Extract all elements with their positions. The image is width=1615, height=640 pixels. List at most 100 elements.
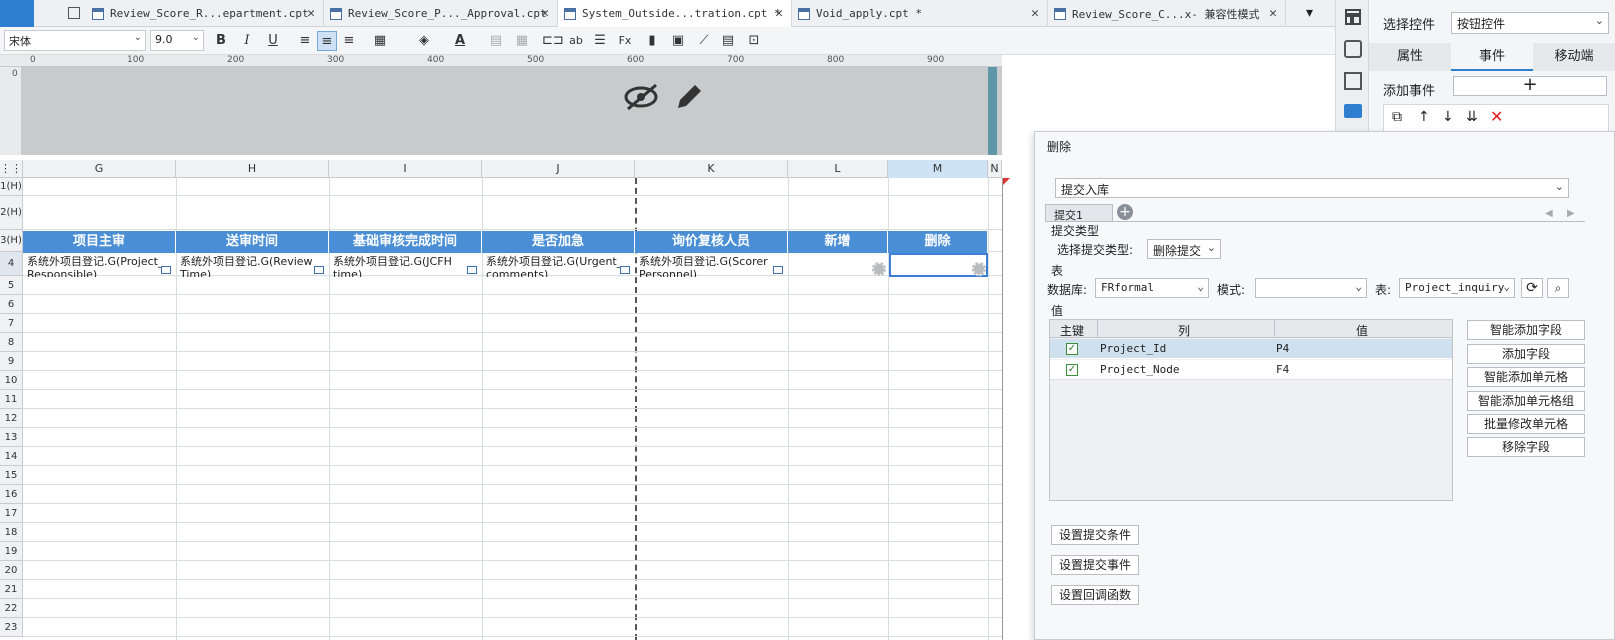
add-tab-icon[interactable]: + (1117, 204, 1133, 220)
font-family-select[interactable]: 宋体 ⌄ (4, 30, 146, 51)
formula-icon[interactable]: Fx (615, 31, 635, 51)
row-header[interactable]: 2(H) (0, 196, 23, 230)
row-header[interactable]: 23 (0, 618, 23, 637)
primary-key-checkbox[interactable]: ✓ (1066, 343, 1078, 355)
row-header[interactable]: 17 (0, 504, 23, 523)
set-submit-condition-button[interactable]: 设置提交条件 (1051, 525, 1139, 545)
column-header[interactable]: L (788, 160, 888, 178)
data-cell[interactable]: 系统外项目登记.G(Review Time) (176, 253, 329, 277)
text-icon[interactable]: ab (566, 31, 586, 51)
table-select[interactable]: Project_inquiry ⌄ (1399, 278, 1515, 298)
row-header[interactable]: 19 (0, 542, 23, 561)
data-cell[interactable]: 系统外项目登记.G(Scorer Personnel) (635, 253, 788, 277)
prev-tab-icon[interactable]: ◀ (1545, 208, 1553, 219)
sort-down-icon[interactable]: ⇊ (1466, 109, 1478, 125)
row-header[interactable]: 8 (0, 333, 23, 352)
column-header[interactable]: I (329, 160, 482, 178)
column-header[interactable]: G (23, 160, 176, 178)
row-header[interactable]: 16 (0, 485, 23, 504)
eye-off-icon[interactable] (624, 82, 660, 112)
field-column[interactable]: Project_Node (1100, 363, 1179, 376)
smart-add-field-button[interactable]: 智能添加字段 (1467, 320, 1585, 340)
underline-button[interactable]: U (263, 31, 283, 51)
italic-button[interactable]: I (237, 31, 257, 51)
data-cell[interactable]: 系统外项目登记.G(Project_ Responsible) (23, 253, 176, 277)
row-header[interactable]: 7 (0, 314, 23, 333)
tab-review-score-p[interactable]: Review_Score_P..._Approval.cpt ✕ (324, 0, 558, 27)
link-icon[interactable]: ⊏⊐ (542, 31, 564, 51)
field-row[interactable]: ✓ Project_Id P4 (1050, 339, 1452, 359)
border-icon[interactable]: ▦ (370, 31, 390, 51)
close-icon[interactable]: ✕ (775, 6, 783, 21)
header-cell[interactable]: 询价复核人员 (635, 231, 788, 253)
row-header[interactable]: 6 (0, 295, 23, 314)
slash-icon[interactable]: ⟋ (694, 31, 714, 51)
column-header[interactable]: J (482, 160, 635, 178)
header-cell[interactable]: 项目主审 (23, 231, 176, 253)
header-cell[interactable]: 是否加急 (482, 231, 635, 253)
tab-overflow-icon[interactable]: ▾ (1306, 5, 1313, 21)
tab-system-outside[interactable]: System_Outside...tration.cpt * ✕ (558, 0, 792, 27)
row-header[interactable]: 9 (0, 352, 23, 371)
database-select[interactable]: FRformal ⌄ (1095, 278, 1209, 298)
remove-field-button[interactable]: 移除字段 (1467, 437, 1585, 457)
set-callback-button[interactable]: 设置回调函数 (1051, 585, 1139, 605)
arrow-down-icon[interactable]: ↓ (1442, 109, 1454, 125)
cell-attribute-icon[interactable] (1344, 40, 1362, 58)
row-header[interactable]: 20 (0, 561, 23, 580)
row-header[interactable]: 3(H) (0, 230, 23, 252)
tab-events[interactable]: 事件 (1451, 43, 1533, 71)
column-header[interactable]: H (176, 160, 329, 178)
image-icon[interactable]: ▣ (668, 31, 688, 51)
set-submit-event-button[interactable]: 设置提交事件 (1051, 555, 1139, 575)
field-value[interactable]: P4 (1276, 342, 1289, 355)
submit-mode-select[interactable]: 提交入库 ⌄ (1055, 178, 1569, 198)
close-icon[interactable]: ✕ (541, 6, 549, 21)
row-header[interactable]: 1(H) (0, 178, 23, 196)
column-header[interactable]: K (635, 160, 788, 178)
column-header[interactable]: N (988, 160, 1002, 178)
row-header[interactable]: 21 (0, 580, 23, 599)
cell-border-icon[interactable] (1344, 72, 1362, 90)
tab-properties[interactable]: 属性 (1369, 43, 1451, 71)
tab-review-score-r[interactable]: Review_Score_R...epartment.cpt ✕ (86, 0, 324, 27)
schema-select[interactable]: ⌄ (1255, 278, 1367, 298)
primary-key-checkbox[interactable]: ✓ (1066, 364, 1078, 376)
split-cells-icon[interactable]: ▦ (512, 31, 532, 51)
insert-element-icon[interactable]: ⊡ (744, 31, 764, 51)
smart-add-cell-button[interactable]: 智能添加单元格 (1467, 367, 1585, 387)
paragraph-icon[interactable]: ☰ (590, 31, 610, 51)
row-header[interactable]: 12 (0, 409, 23, 428)
arrow-up-icon[interactable]: ↑ (1418, 109, 1430, 125)
close-icon[interactable]: ✕ (1269, 6, 1277, 21)
widget-settings-icon[interactable] (1344, 104, 1362, 118)
header-cell[interactable]: 送审时间 (176, 231, 329, 253)
data-cell[interactable]: 系统外项目登记.G(JCFH time) (329, 253, 482, 277)
preview-splitter[interactable] (988, 67, 997, 155)
submit-type-select[interactable]: 删除提交 ⌄ (1147, 239, 1221, 259)
widget-type-select[interactable]: 按钮控件 ⌄ (1451, 12, 1609, 34)
tab-void-apply[interactable]: Void_apply.cpt * ✕ (792, 0, 1048, 27)
font-size-select[interactable]: 9.0 ⌄ (150, 30, 204, 51)
field-value[interactable]: F4 (1276, 363, 1289, 376)
select-all-corner[interactable]: ⋮⋮ (0, 160, 23, 178)
tab-review-score-c[interactable]: Review_Score_C...x- 兼容性模式 ✕ (1048, 0, 1286, 27)
row-header[interactable]: 11 (0, 390, 23, 409)
row-header[interactable]: 18 (0, 523, 23, 542)
chart-icon[interactable]: ▮ (642, 31, 662, 51)
smart-add-cell-group-button[interactable]: 智能添加单元格组 (1467, 391, 1585, 411)
add-event-button[interactable]: + (1453, 76, 1607, 96)
row-header[interactable]: 5 (0, 276, 23, 295)
merge-cells-icon[interactable]: ▤ (486, 31, 506, 51)
align-right-icon[interactable]: ≡ (339, 31, 359, 51)
row-header[interactable]: 4 (0, 252, 23, 276)
font-color-icon[interactable]: A (450, 31, 470, 51)
bold-button[interactable]: B (211, 31, 231, 51)
row-header[interactable]: 13 (0, 428, 23, 447)
column-header-selected[interactable]: M (888, 160, 988, 178)
subreport-icon[interactable]: ▤ (718, 31, 738, 51)
align-center-icon[interactable]: ≡ (317, 31, 337, 51)
add-field-button[interactable]: 添加字段 (1467, 344, 1585, 364)
submit-subtab[interactable]: 提交1 (1045, 204, 1113, 222)
next-tab-icon[interactable]: ▶ (1567, 208, 1575, 219)
